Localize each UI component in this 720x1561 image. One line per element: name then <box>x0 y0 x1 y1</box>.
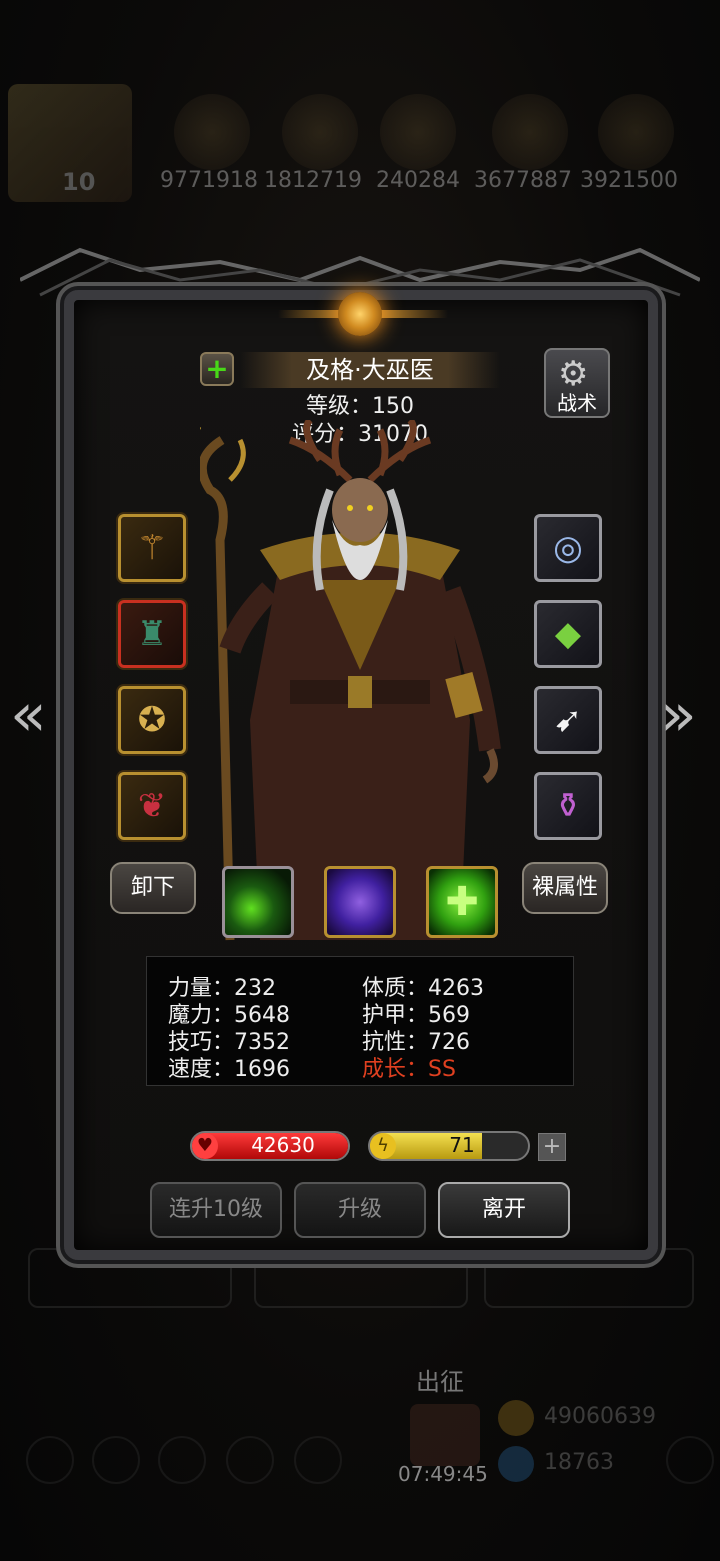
crystal-icon: ◆ <box>554 614 582 654</box>
avatar-level: 10 <box>62 168 96 196</box>
player-avatar: 10 <box>8 84 132 202</box>
hero-name: 及格·大巫医 <box>306 356 434 384</box>
base-attributes-button[interactable]: 裸属性 <box>522 862 608 914</box>
resource-icon-5 <box>598 94 674 170</box>
plus-icon: + <box>205 352 229 385</box>
resource-icon-1 <box>174 94 250 170</box>
resource-icon-4 <box>492 94 568 170</box>
equip-slot-wing[interactable]: ➹ <box>534 686 602 754</box>
level-up-10-button[interactable]: 连升10级 <box>150 1182 282 1238</box>
equip-slot-amulet[interactable]: ❦ <box>118 772 186 840</box>
lightning-icon: ϟ <box>370 1133 396 1159</box>
next-hero-arrow-icon[interactable]: » <box>660 680 697 750</box>
resource-value-5: 3921500 <box>580 168 678 193</box>
tactics-button[interactable]: ⚙ 战术 <box>544 348 610 418</box>
add-energy-button[interactable]: + <box>538 1133 566 1161</box>
menu-circle-4 <box>226 1436 274 1484</box>
resource-value-4: 3677887 <box>474 168 572 193</box>
gold-value: 49060639 <box>544 1404 656 1429</box>
add-button[interactable]: + <box>200 352 234 386</box>
resource-icon-3 <box>380 94 456 170</box>
menu-circle-6 <box>666 1436 714 1484</box>
staff-icon: ⚚ <box>136 528 168 568</box>
expedition-title: 出征 <box>416 1368 464 1396</box>
gold-icon <box>498 1400 534 1436</box>
timer-text: 07:49:45 <box>398 1462 488 1486</box>
prev-hero-arrow-icon[interactable]: « <box>10 680 47 750</box>
chest-icon <box>410 1404 480 1466</box>
equip-slot-robe[interactable]: ♜ <box>118 600 186 668</box>
equip-slot-potion[interactable]: ⚱ <box>534 772 602 840</box>
equip-slot-staff[interactable]: ⚚ <box>118 514 186 582</box>
resource-value-3: 240284 <box>376 168 460 193</box>
heart-icon: ♥ <box>192 1133 218 1159</box>
amulet-icon: ❦ <box>137 786 167 826</box>
heal-cross-icon: ✚ <box>445 879 479 925</box>
wing-icon: ➹ <box>553 700 583 740</box>
menu-circle-5 <box>294 1436 342 1484</box>
gem-icon <box>498 1446 534 1482</box>
emblem-icon <box>338 292 382 336</box>
leave-button[interactable]: 离开 <box>438 1182 570 1238</box>
skill-nature-icon[interactable] <box>222 866 294 938</box>
level-up-button[interactable]: 升级 <box>294 1182 426 1238</box>
resource-value-1: 9771918 <box>160 168 258 193</box>
equip-slot-wind[interactable]: ◎ <box>534 514 602 582</box>
stat-speed: 速度：1696 <box>168 1057 290 1082</box>
skill-heal-icon[interactable]: ✚ <box>426 866 498 938</box>
energy-value: 71 <box>449 1133 475 1157</box>
hp-value: 42630 <box>251 1133 315 1157</box>
menu-circle-3 <box>158 1436 206 1484</box>
resource-icon-2 <box>282 94 358 170</box>
stat-growth: 成长：SS <box>362 1057 456 1082</box>
menu-circle-2 <box>92 1436 140 1484</box>
unequip-button[interactable]: 卸下 <box>110 862 196 914</box>
medallion-icon: ✪ <box>137 700 167 740</box>
gem-value: 18763 <box>544 1450 614 1475</box>
tactics-label: 战术 <box>557 391 597 415</box>
potion-icon: ⚱ <box>553 786 583 826</box>
equip-slot-crystal[interactable]: ◆ <box>534 600 602 668</box>
menu-circle-1 <box>26 1436 74 1484</box>
robe-icon: ♜ <box>136 614 168 654</box>
skill-arcane-icon[interactable] <box>324 866 396 938</box>
resource-value-2: 1812719 <box>264 168 362 193</box>
equip-slot-medallion[interactable]: ✪ <box>118 686 186 754</box>
wind-icon: ◎ <box>553 528 583 568</box>
